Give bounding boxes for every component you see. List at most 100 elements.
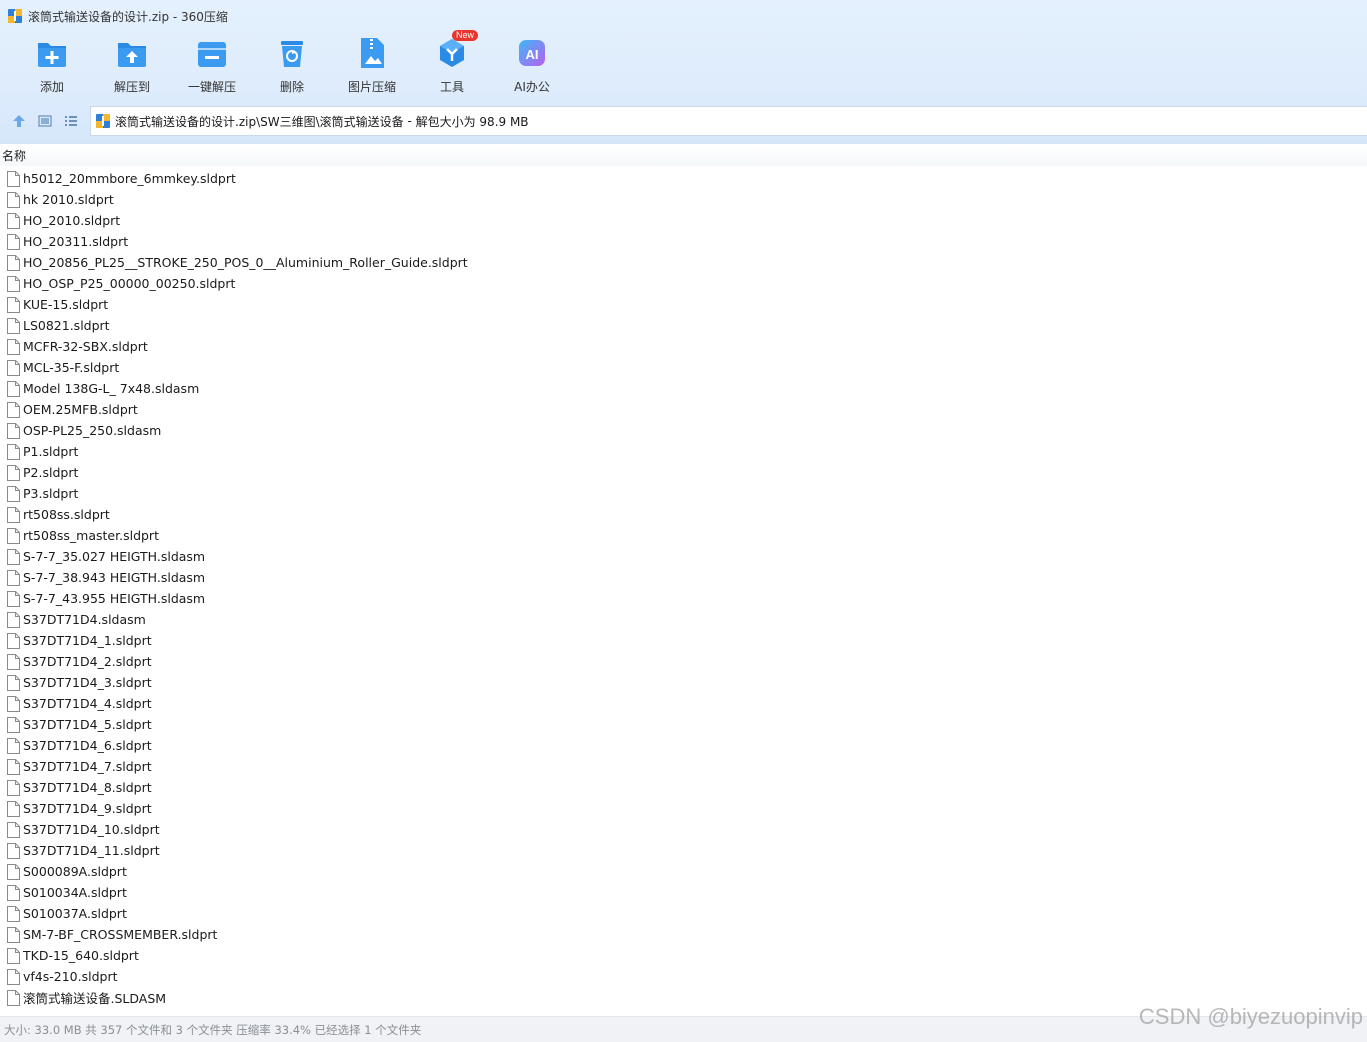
file-icon [7,968,20,985]
file-row[interactable]: S37DT71D4.sldasm [0,609,1367,630]
file-name: S37DT71D4.sldasm [23,612,146,627]
file-name: hk 2010.sldprt [23,192,114,207]
file-row[interactable]: HO_20311.sldprt [0,231,1367,252]
extract-to-icon [118,43,146,67]
file-row[interactable]: S37DT71D4_11.sldprt [0,840,1367,861]
file-row[interactable]: S010034A.sldprt [0,882,1367,903]
file-row[interactable]: S-7-7_38.943 HEIGTH.sldasm [0,567,1367,588]
watermark: CSDN @biyezuopinvip [1138,1004,1363,1029]
delete-label: 删除 [279,80,304,94]
file-icon [7,401,20,418]
file-row[interactable]: S37DT71D4_1.sldprt [0,630,1367,651]
up-level-button[interactable] [6,108,32,134]
file-name: S37DT71D4_8.sldprt [23,780,152,795]
file-row[interactable]: HO_20856_PL25__STROKE_250_POS_0__Alumini… [0,252,1367,273]
file-icon [7,590,20,607]
file-name: HO_2010.sldprt [23,213,121,228]
file-row[interactable]: S37DT71D4_4.sldprt [0,693,1367,714]
file-row[interactable]: SM-7-BF_CROSSMEMBER.sldprt [0,924,1367,945]
extract-to-button[interactable]: 解压到 [92,36,172,100]
file-row[interactable]: S37DT71D4_6.sldprt [0,735,1367,756]
file-row[interactable]: rt508ss_master.sldprt [0,525,1367,546]
ai-office-label: AI办公 [514,80,550,94]
address-separator: - [403,114,416,128]
image-compress-icon [361,38,384,68]
file-icon [7,947,20,964]
delete-button[interactable]: 删除 [252,36,332,100]
ai-office-button[interactable]: AI AI办公 [492,36,572,100]
file-row[interactable]: S37DT71D4_8.sldprt [0,777,1367,798]
file-row[interactable]: Model 138G-L_ 7x48.sldasm [0,378,1367,399]
file-row[interactable]: OSP-PL25_250.sldasm [0,420,1367,441]
file-icon [7,191,20,208]
one-click-extract-label: 一键解压 [187,80,236,94]
file-row[interactable]: h5012_20mmbore_6mmkey.sldprt [0,168,1367,189]
file-row[interactable]: LS0821.sldprt [0,315,1367,336]
file-name: P3.sldprt [23,486,79,501]
file-row[interactable]: MCL-35-F.sldprt [0,357,1367,378]
file-row[interactable]: MCFR-32-SBX.sldprt [0,336,1367,357]
file-icon [7,821,20,838]
file-name: S37DT71D4_10.sldprt [23,822,160,837]
new-badge: New [452,30,479,41]
file-row[interactable]: vf4s-210.sldprt [0,966,1367,987]
file-icon [7,569,20,586]
file-row[interactable]: rt508ss.sldprt [0,504,1367,525]
tools-button[interactable]: New 工具 [412,30,492,100]
file-icon [7,695,20,712]
file-icon [7,485,20,502]
file-row[interactable]: S000089A.sldprt [0,861,1367,882]
file-name: OSP-PL25_250.sldasm [23,423,162,438]
file-icon [7,170,20,187]
file-name: P2.sldprt [23,465,79,480]
column-header-label: 名称 [2,148,27,163]
file-row[interactable]: S37DT71D4_7.sldprt [0,756,1367,777]
file-name: S010037A.sldprt [23,906,127,921]
file-row[interactable]: KUE-15.sldprt [0,294,1367,315]
file-row[interactable]: HO_OSP_P25_00000_00250.sldprt [0,273,1367,294]
file-row[interactable]: S37DT71D4_2.sldprt [0,651,1367,672]
file-name: LS0821.sldprt [23,318,110,333]
window-title: 滚筒式输送设备的设计.zip - 360压缩 [28,9,228,24]
file-row[interactable]: hk 2010.sldprt [0,189,1367,210]
file-row[interactable]: OEM.25MFB.sldprt [0,399,1367,420]
file-icon [7,716,20,733]
file-name: S37DT71D4_2.sldprt [23,654,152,669]
file-row[interactable]: S37DT71D4_5.sldprt [0,714,1367,735]
file-name: MCL-35-F.sldprt [23,360,120,375]
file-row[interactable]: HO_2010.sldprt [0,210,1367,231]
file-row[interactable]: S-7-7_43.955 HEIGTH.sldasm [0,588,1367,609]
main-toolbar: 添加 解压到 一键解压 删除 图片压缩 New 工具 AI AI办公 [12,30,572,100]
one-click-extract-button[interactable]: 一键解压 [172,36,252,100]
file-row[interactable]: TKD-15_640.sldprt [0,945,1367,966]
file-icon [7,506,20,523]
file-name: HO_20311.sldprt [23,234,129,249]
image-compress-button[interactable]: 图片压缩 [332,36,412,100]
unpacked-size-info: 解包大小为 98.9 MB [415,114,529,129]
file-icon [7,632,20,649]
thumbnail-view-button[interactable] [32,108,58,134]
delete-icon [281,41,303,67]
file-name: KUE-15.sldprt [23,297,109,312]
column-header-name[interactable]: 名称 [0,144,1367,166]
add-button[interactable]: 添加 [12,36,92,100]
file-icon [7,527,20,544]
address-bar[interactable]: 滚筒式输送设备的设计.zip\SW三维图\滚筒式输送设备 - 解包大小为 98.… [90,106,1367,136]
file-icon [7,464,20,481]
file-row[interactable]: P3.sldprt [0,483,1367,504]
file-icon [7,800,20,817]
file-row[interactable]: S-7-7_35.027 HEIGTH.sldasm [0,546,1367,567]
file-row[interactable]: P1.sldprt [0,441,1367,462]
add-icon [38,43,66,67]
file-name: S37DT71D4_9.sldprt [23,801,152,816]
file-row[interactable]: S37DT71D4_9.sldprt [0,798,1367,819]
file-row[interactable]: S37DT71D4_3.sldprt [0,672,1367,693]
file-list: h5012_20mmbore_6mmkey.sldprthk 2010.sldp… [0,168,1367,1008]
file-row[interactable]: P2.sldprt [0,462,1367,483]
file-row[interactable]: S010037A.sldprt [0,903,1367,924]
file-name: OEM.25MFB.sldprt [23,402,138,417]
list-view-button[interactable] [58,108,84,134]
file-icon [7,863,20,880]
file-row[interactable]: S37DT71D4_10.sldprt [0,819,1367,840]
file-icon [7,275,20,292]
